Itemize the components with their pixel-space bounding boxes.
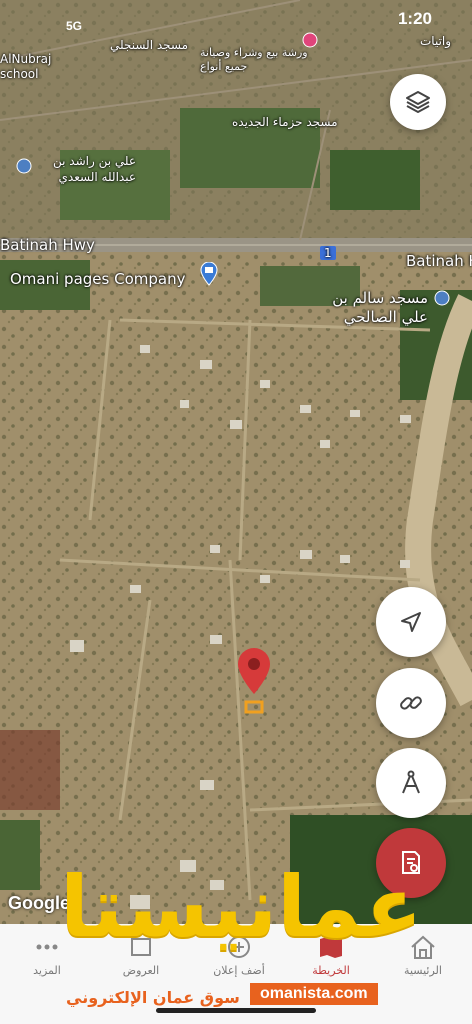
home-indicator bbox=[156, 1008, 316, 1013]
pink-marker-icon[interactable] bbox=[302, 32, 318, 52]
road-number-badge: 1 bbox=[320, 246, 336, 260]
brand-tagline: سوق عمان الإلكتروني bbox=[66, 988, 240, 1007]
map-layers-button[interactable] bbox=[390, 74, 446, 130]
link-icon bbox=[400, 696, 422, 710]
map-label-ali-bin-rashid[interactable]: علي بن راشد بن عبدالله السعدي bbox=[40, 153, 136, 185]
more-dots-icon bbox=[36, 944, 58, 950]
selected-location-pin-icon[interactable] bbox=[234, 646, 276, 718]
tab-add-label: أضف إعلان bbox=[213, 964, 265, 977]
map-label-omani-pages[interactable]: Omani pages Company bbox=[10, 270, 185, 288]
measure-button[interactable] bbox=[376, 748, 446, 818]
marker-icon[interactable] bbox=[16, 158, 32, 178]
mosque-marker-icon[interactable] bbox=[434, 290, 450, 310]
network-indicator: 5G bbox=[66, 19, 83, 33]
share-link-button[interactable] bbox=[376, 668, 446, 738]
road-label-batinah-right: Batinah H bbox=[406, 252, 472, 270]
map-label-wattayat[interactable]: واتيات bbox=[420, 34, 451, 48]
clock: 1:20 bbox=[397, 9, 432, 28]
tab-offers-label: العروض bbox=[122, 964, 160, 977]
compass-icon bbox=[402, 770, 420, 794]
status-bar: 5G 1:20 bbox=[0, 0, 472, 38]
tab-home-label: الرئيسية bbox=[404, 964, 442, 977]
brand-logo-text: عمانيستا bbox=[60, 858, 424, 956]
map-label-mosque-sanjeli[interactable]: مسجد السنجلي bbox=[110, 38, 188, 52]
map-label-mosque-hazma[interactable]: مسجد حزماء الجديده bbox=[232, 115, 338, 129]
map-label-school[interactable]: AlNubraj school bbox=[0, 52, 52, 82]
brand-url: omanista.com bbox=[250, 983, 378, 1005]
tab-map-label: الخريطة bbox=[312, 964, 350, 977]
locate-me-button[interactable] bbox=[376, 587, 446, 657]
navigation-arrow-icon bbox=[401, 612, 421, 632]
shop-marker-icon[interactable] bbox=[200, 262, 218, 286]
map-label-workshop[interactable]: ورشة بيع وشراء وصيانة جميع أنواع bbox=[200, 46, 310, 74]
road-label-batinah-left: Batinah Hwy bbox=[0, 236, 95, 254]
map-label-mosque-salim[interactable]: مسجد سالم بن علي الصالحي bbox=[316, 289, 428, 327]
tab-more-label: المزيد bbox=[33, 964, 61, 977]
layers-icon bbox=[406, 91, 430, 113]
